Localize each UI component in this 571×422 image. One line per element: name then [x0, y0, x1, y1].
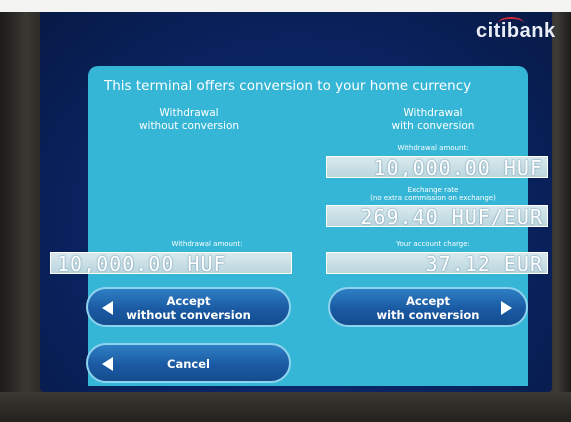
- left-amount-field: 10,000.00 HUF: [50, 252, 292, 274]
- left-column-heading: Withdrawal without conversion: [138, 107, 240, 132]
- brand-logo: citibank: [476, 17, 566, 46]
- left-amount-label: Withdrawal amount:: [171, 240, 243, 248]
- right-amount-label: Withdrawal amount:: [397, 144, 469, 152]
- atm-bezel-top: [0, 0, 571, 12]
- right-column-heading: Withdrawal with conversion: [391, 107, 475, 132]
- exchange-rate-field: 269.40 HUF/EUR: [326, 205, 548, 227]
- cancel-button[interactable]: Cancel: [86, 343, 291, 383]
- exchange-rate-note: (no extra commission on exchange): [370, 194, 496, 202]
- cancel-label: Cancel: [167, 357, 210, 371]
- atm-bezel-bottom: [0, 392, 571, 422]
- right-amount-field: 10,000.00 HUF: [326, 156, 548, 178]
- exchange-rate-label: Exchange rate: [407, 186, 459, 194]
- accept-with-conversion-button[interactable]: Accept with conversion: [328, 287, 528, 327]
- accept-without-conversion-button[interactable]: Accept without conversion: [86, 287, 291, 327]
- account-charge-label: Your account charge:: [396, 240, 470, 248]
- accept-without-conversion-label: Accept without conversion: [126, 294, 251, 322]
- account-charge-field: 37.12 EUR: [326, 252, 548, 274]
- accept-with-conversion-label: Accept with conversion: [376, 294, 480, 322]
- brand-arc-icon: [498, 17, 524, 29]
- page-title: This terminal offers conversion to your …: [104, 78, 472, 94]
